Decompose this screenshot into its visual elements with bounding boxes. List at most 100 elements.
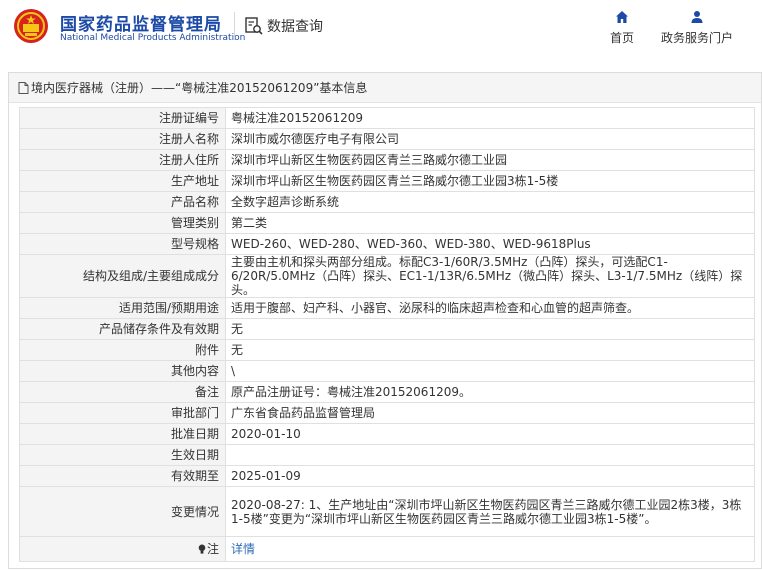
field-value: 无 — [225, 339, 755, 361]
field-label-text: 附件 — [194, 343, 219, 357]
field-value: 主要由主机和探头两部分组成。标配C3-1/60R/3.5MHz（凸阵）探头，可选… — [225, 254, 755, 298]
field-label-text: 型号规格 — [170, 237, 219, 251]
field-label: 结构及组成/主要组成成分 — [19, 254, 226, 298]
field-value: 原产品注册证号：粤械注准20152061209。 — [225, 381, 755, 403]
field-value-text: 2025-01-09 — [231, 469, 301, 483]
nav-home[interactable]: 首页 — [600, 10, 644, 46]
field-label: 型号规格 — [19, 233, 226, 255]
site-title-cn: 国家药品监督管理局 — [60, 15, 222, 35]
field-label: 注 — [19, 536, 226, 562]
data-query-link[interactable]: 数据查询 — [244, 15, 323, 37]
field-value-text: 主要由主机和探头两部分组成。标配C3-1/60R/3.5MHz（凸阵）探头，可选… — [231, 255, 743, 297]
table-row: 注册证编号 粤械注准20152061209 — [19, 107, 755, 129]
field-value: 广东省食品药品监督管理局 — [225, 402, 755, 424]
table-row: 注册人名称 深圳市威尔德医疗电子有限公司 — [19, 128, 755, 150]
table-row: 产品储存条件及有效期无 — [19, 318, 755, 340]
field-value-text: WED-260、WED-280、WED-360、WED-380、WED-9618… — [231, 237, 591, 251]
field-value-text: 适用于腹部、妇产科、小器官、泌尿科的临床超声检查和心血管的超声筛查。 — [231, 301, 640, 315]
field-label-text: 备注 — [194, 385, 219, 399]
field-label-text: 审批部门 — [170, 406, 219, 420]
field-label: 审批部门 — [19, 402, 226, 424]
field-value: 粤械注准20152061209 — [225, 107, 755, 129]
table-row: 有效期至 2025-01-09 — [19, 465, 755, 487]
field-label-text: 生产地址 — [170, 174, 219, 188]
field-label: 注册人名称 — [19, 128, 226, 150]
field-value-text: \ — [231, 364, 236, 378]
table-row: 型号规格 WED-260、WED-280、WED-360、WED-380、WED-… — [19, 233, 755, 255]
field-value: 第二类 — [225, 212, 755, 234]
table-row: 附件无 — [19, 339, 755, 361]
user-icon — [691, 11, 703, 23]
field-label: 有效期至 — [19, 465, 226, 487]
field-value: 2020-01-10 — [225, 423, 755, 445]
field-value-text: 全数字超声诊断系统 — [231, 195, 340, 209]
field-label-text: 注 — [206, 542, 219, 556]
field-value: 无 — [225, 318, 755, 340]
field-value: 2020-08-27: 1、生产地址由“深圳市坪山新区生物医药园区青兰三路威尔德… — [225, 486, 755, 537]
field-label: 注册证编号 — [19, 107, 226, 129]
site-title-en: National Medical Products Administration — [60, 33, 246, 43]
field-value-text: 深圳市威尔德医疗电子有限公司 — [231, 132, 400, 146]
field-value-text: 深圳市坪山新区生物医药园区青兰三路威尔德工业园3栋1-5楼 — [231, 174, 559, 188]
field-label: 其他内容 — [19, 360, 226, 382]
field-label: 批准日期 — [19, 423, 226, 445]
table-row: 批准日期 2020-01-10 — [19, 423, 755, 445]
bulb-icon — [198, 544, 206, 554]
field-label-text: 生效日期 — [170, 448, 219, 462]
field-value-text: 无 — [231, 343, 244, 357]
field-value-text: 2020-08-27: 1、生产地址由“深圳市坪山新区生物医药园区青兰三路威尔德… — [231, 497, 742, 526]
field-value: 全数字超声诊断系统 — [225, 191, 755, 213]
home-icon — [616, 11, 628, 23]
table-row: 产品名称 全数字超声诊断系统 — [19, 191, 755, 213]
field-label: 管理类别 — [19, 212, 226, 234]
table-row: 变更情况 2020-08-27: 1、生产地址由“深圳市坪山新区生物医药园区青兰三… — [19, 486, 755, 537]
table-row: 注详情 — [19, 536, 755, 562]
table-row: 生效日期 — [19, 444, 755, 466]
header-divider — [234, 12, 235, 40]
table-row: 适用范围/预期用途 适用于腹部、妇产科、小器官、泌尿科的临床超声检查和心血管的超声… — [19, 297, 755, 319]
field-value: 深圳市坪山新区生物医药园区青兰三路威尔德工业园 — [225, 149, 755, 171]
field-label-text: 批准日期 — [170, 427, 219, 441]
field-label: 附件 — [19, 339, 226, 361]
field-label-text: 注册人名称 — [158, 132, 219, 146]
field-label: 生效日期 — [19, 444, 226, 466]
field-value: \ — [225, 360, 755, 382]
data-query-label: 数据查询 — [267, 19, 323, 35]
panel-title: 境内医疗器械（注册）——“粤械注准20152061209”基本信息 — [31, 81, 368, 95]
field-value-text: 广东省食品药品监督管理局 — [231, 406, 376, 420]
field-label: 生产地址 — [19, 170, 226, 192]
field-label-text: 注册人住所 — [158, 153, 219, 167]
field-value: 2025-01-09 — [225, 465, 755, 487]
field-label: 产品储存条件及有效期 — [19, 318, 226, 340]
table-row: 生产地址 深圳市坪山新区生物医药园区青兰三路威尔德工业园3栋1-5楼 — [19, 170, 755, 192]
field-value-text: 第二类 — [231, 216, 268, 230]
detail-table: 注册证编号 粤械注准20152061209 注册人名称 深圳市威尔德医疗电子有限公司注… — [19, 107, 755, 562]
table-row: 管理类别 第二类 — [19, 212, 755, 234]
document-search-icon — [245, 17, 263, 35]
detail-panel: 境内医疗器械（注册）——“粤械注准20152061209”基本信息 注册证编号粤… — [8, 72, 762, 569]
field-label-text: 产品名称 — [170, 195, 219, 209]
field-value: WED-260、WED-280、WED-360、WED-380、WED-9618… — [225, 233, 755, 255]
document-icon — [18, 81, 29, 94]
field-label: 注册人住所 — [19, 149, 226, 171]
field-label: 产品名称 — [19, 191, 226, 213]
field-value-text: 深圳市坪山新区生物医药园区青兰三路威尔德工业园 — [231, 153, 508, 167]
field-label-text: 产品储存条件及有效期 — [98, 322, 219, 336]
field-label-text: 其他内容 — [170, 364, 219, 378]
table-row: 其他内容 \ — [19, 360, 755, 382]
field-value-text: 原产品注册证号：粤械注准20152061209。 — [231, 385, 471, 399]
details-link[interactable]: 详情 — [231, 542, 255, 556]
field-value: 深圳市坪山新区生物医药园区青兰三路威尔德工业园3栋1-5楼 — [225, 170, 755, 192]
nav-home-label: 首页 — [609, 31, 634, 45]
field-value: 深圳市威尔德医疗电子有限公司 — [225, 128, 755, 150]
field-label-text: 注册证编号 — [158, 111, 219, 125]
table-row: 备注 原产品注册证号：粤械注准20152061209。 — [19, 381, 755, 403]
nav-service-portal[interactable]: 政务服务门户 — [655, 10, 739, 46]
nav-service-portal-label: 政务服务门户 — [660, 31, 733, 45]
field-value-text: 2020-01-10 — [231, 427, 301, 441]
national-emblem-icon — [14, 9, 48, 43]
field-value: 适用于腹部、妇产科、小器官、泌尿科的临床超声检查和心血管的超声筛查。 — [225, 297, 755, 319]
field-value — [225, 444, 755, 466]
field-label: 备注 — [19, 381, 226, 403]
field-value-text: 粤械注准20152061209 — [231, 111, 363, 125]
